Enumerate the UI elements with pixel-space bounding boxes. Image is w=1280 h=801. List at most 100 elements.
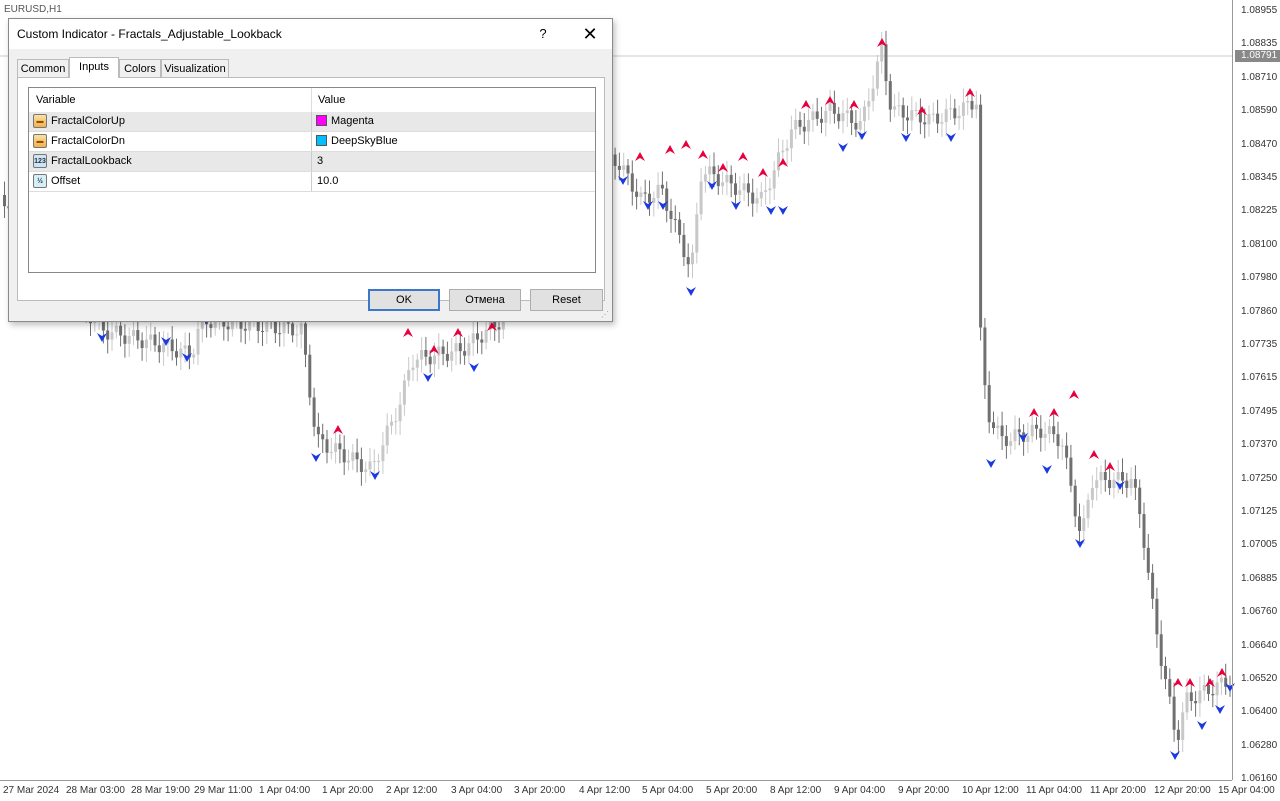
- price-label: 1.06885: [1241, 572, 1278, 584]
- candle: [1103, 459, 1107, 492]
- time-label: 3 Apr 04:00: [451, 785, 503, 796]
- candle: [850, 104, 854, 136]
- inputs-table: Variable Value ▬ FractalColorUp Magenta …: [28, 87, 596, 273]
- time-label: 11 Apr 20:00: [1090, 785, 1146, 796]
- fractal-down-arrow-icon: [857, 131, 867, 140]
- candle: [1099, 465, 1103, 495]
- candle: [450, 337, 454, 372]
- variable-value[interactable]: 3: [317, 155, 323, 167]
- candle: [437, 333, 441, 370]
- candle: [1000, 411, 1004, 451]
- candle: [798, 111, 802, 135]
- price-label: 1.06520: [1241, 673, 1278, 684]
- color-param-icon: ▬: [33, 134, 47, 148]
- candle: [351, 443, 355, 470]
- tab-inputs[interactable]: Inputs: [69, 57, 119, 78]
- time-label: 9 Apr 04:00: [834, 785, 886, 796]
- candle: [162, 331, 166, 366]
- close-button[interactable]: ✕: [569, 19, 611, 49]
- candle: [772, 161, 776, 200]
- candle: [415, 353, 419, 382]
- price-label: 1.06640: [1241, 639, 1278, 651]
- time-axis: 27 Mar 2024 28 Mar 03:00 28 Mar 19:00 29 Ma…: [0, 780, 1275, 801]
- candle: [764, 176, 768, 205]
- price-label: 1.07005: [1241, 539, 1278, 551]
- candle: [1035, 417, 1038, 440]
- color-swatch: [316, 115, 327, 126]
- table-row[interactable]: 123 FractalLookback 3: [29, 152, 595, 172]
- candle: [445, 341, 449, 368]
- candle: [467, 335, 471, 364]
- tab-common[interactable]: Common: [17, 59, 69, 77]
- candle: [828, 89, 832, 125]
- variable-name: FractalColorDn: [51, 135, 125, 147]
- candle: [192, 348, 196, 365]
- candle: [940, 113, 944, 137]
- fractal-down-arrow-icon: [618, 176, 628, 185]
- table-row[interactable]: ½ Offset 10.0: [29, 172, 595, 192]
- time-label: 5 Apr 20:00: [706, 785, 758, 796]
- candle: [751, 178, 755, 217]
- reset-button[interactable]: Reset: [530, 289, 603, 311]
- candle: [867, 88, 871, 121]
- candle: [832, 90, 836, 124]
- fractal-down-arrow-icon: [97, 333, 107, 342]
- candle: [355, 438, 359, 473]
- candle: [888, 73, 892, 122]
- price-label: 1.07615: [1241, 372, 1278, 384]
- time-label: 27 Mar 2024: [3, 785, 60, 796]
- variable-name: Offset: [51, 175, 81, 187]
- candle: [884, 30, 888, 96]
- candle: [893, 94, 897, 118]
- variable-value[interactable]: 10.0: [317, 175, 338, 187]
- resize-grip-icon[interactable]: ⋰: [601, 310, 609, 319]
- variable-value[interactable]: DeepSkyBlue: [331, 135, 398, 147]
- candle: [372, 449, 376, 473]
- candle: [1168, 668, 1172, 704]
- table-row[interactable]: ▬ FractalColorUp Magenta: [29, 112, 595, 132]
- candle: [243, 320, 247, 345]
- candle: [678, 212, 682, 244]
- table-row[interactable]: ▬ FractalColorDn DeepSkyBlue: [29, 132, 595, 152]
- candle: [1151, 564, 1155, 609]
- help-button[interactable]: ?: [525, 19, 561, 49]
- fractal-down-arrow-icon: [469, 363, 479, 372]
- time-label: 3 Apr 20:00: [514, 785, 566, 796]
- candle: [1039, 415, 1043, 452]
- fractal-down-arrow-icon: [1197, 721, 1207, 730]
- candle: [626, 158, 630, 186]
- candle: [1026, 422, 1030, 454]
- time-label: 28 Mar 03:00: [66, 785, 125, 796]
- fractal-up-arrow-icon: [453, 328, 463, 337]
- candle: [398, 392, 402, 436]
- candle: [179, 341, 183, 371]
- tab-colors[interactable]: Colors: [119, 59, 161, 77]
- candle: [1090, 475, 1094, 508]
- tab-visualization[interactable]: Visualization: [161, 59, 229, 77]
- candle: [454, 335, 458, 366]
- time-label: 15 Apr 04:00: [1218, 785, 1275, 796]
- variable-value[interactable]: Magenta: [331, 115, 374, 127]
- candle: [187, 332, 191, 370]
- candle: [983, 317, 987, 399]
- candle: [402, 373, 406, 416]
- cancel-button[interactable]: Отмена: [449, 289, 521, 311]
- candle: [957, 105, 961, 130]
- candle: [617, 152, 621, 181]
- price-label: 1.08955: [1241, 5, 1278, 16]
- dialog-title: Custom Indicator - Fractals_Adjustable_L…: [17, 27, 282, 41]
- dialog-titlebar[interactable]: Custom Indicator - Fractals_Adjustable_L…: [9, 19, 612, 49]
- candle: [695, 202, 699, 264]
- candle: [863, 100, 866, 135]
- candle: [699, 167, 703, 221]
- column-header-variable[interactable]: Variable: [36, 94, 76, 106]
- candle: [1176, 720, 1180, 754]
- fractal-down-arrow-icon: [946, 133, 956, 142]
- fractal-up-arrow-icon: [681, 140, 691, 149]
- candle: [312, 387, 316, 437]
- ok-button[interactable]: OK: [368, 289, 440, 311]
- candle: [815, 97, 819, 126]
- fractal-down-arrow-icon: [1042, 465, 1052, 474]
- column-header-value[interactable]: Value: [318, 94, 345, 106]
- candle: [789, 115, 793, 162]
